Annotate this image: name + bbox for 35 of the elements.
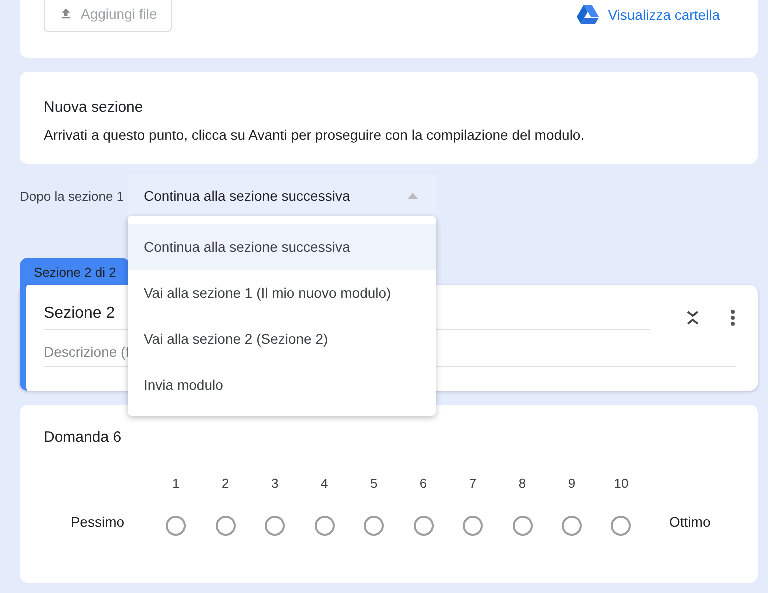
section-dropdown[interactable]: Continua alla sezione successiva bbox=[128, 175, 436, 217]
section-description: Arrivati a questo punto, clicca su Avanti per proseguire con la compilazione del modulo. bbox=[44, 127, 586, 143]
view-folder-link[interactable]: Visualizza cartella bbox=[577, 5, 720, 24]
scale-number: 3 bbox=[271, 476, 279, 491]
section-title: Nuova sezione bbox=[44, 99, 144, 116]
collapse-icon[interactable] bbox=[686, 310, 700, 326]
title-field[interactable]: Sezione 2 bbox=[44, 305, 650, 330]
radio-button[interactable] bbox=[265, 516, 286, 536]
scale-number: 5 bbox=[370, 476, 378, 491]
radio-button[interactable] bbox=[414, 516, 434, 536]
question-title: Domanda 6 bbox=[44, 429, 123, 446]
radio-button[interactable] bbox=[314, 516, 335, 536]
low-label: Pessimo bbox=[70, 514, 126, 530]
scale-number: 1 bbox=[172, 476, 180, 491]
radio-button[interactable] bbox=[562, 516, 582, 536]
radio-button[interactable] bbox=[463, 516, 484, 536]
scale-number: 2 bbox=[222, 476, 230, 491]
high-label: Ottimo bbox=[668, 514, 712, 530]
upload-icon bbox=[59, 7, 73, 21]
scale-number: 7 bbox=[469, 476, 477, 491]
scale-number: 8 bbox=[518, 476, 526, 491]
more-icon[interactable] bbox=[730, 308, 736, 326]
scale-number: 9 bbox=[568, 476, 576, 491]
drive-triangle-icon bbox=[577, 5, 600, 24]
radio-button[interactable] bbox=[216, 516, 236, 536]
scale-number: 10 bbox=[614, 476, 629, 491]
menu-option[interactable]: Continua alla sezione successiva bbox=[128, 224, 436, 270]
radio-button[interactable] bbox=[611, 516, 632, 536]
scale-number: 4 bbox=[320, 476, 328, 491]
after-section-label: Dopo la sezione 1 bbox=[20, 188, 126, 204]
radio-button[interactable] bbox=[166, 516, 186, 536]
radio-button[interactable] bbox=[364, 516, 384, 536]
scale-number: 6 bbox=[420, 476, 428, 491]
caret-icon bbox=[408, 193, 418, 199]
radio-button[interactable] bbox=[512, 516, 532, 536]
